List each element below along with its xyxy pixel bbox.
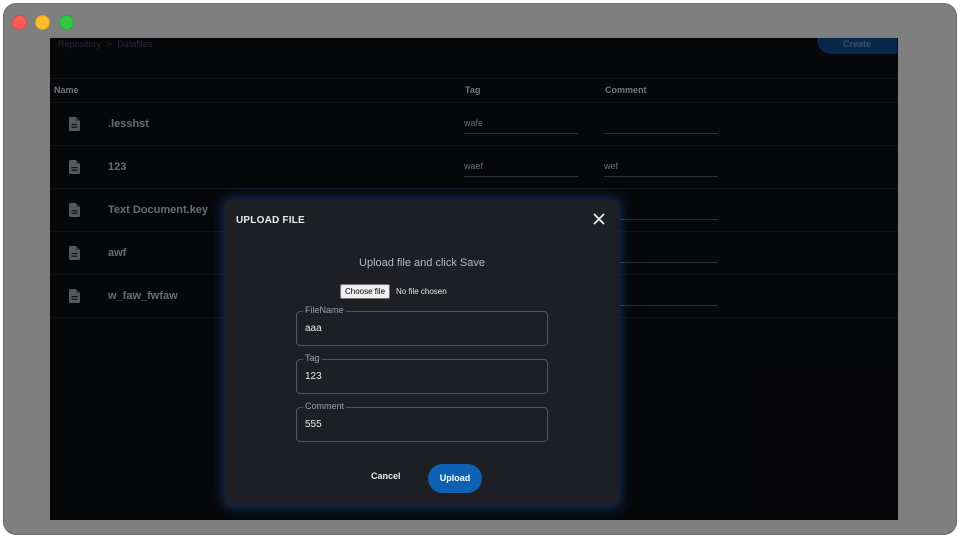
tag-label: Tag bbox=[303, 353, 322, 363]
upload-button[interactable]: Upload bbox=[428, 464, 482, 493]
upload-file-dialog: UPLOAD FILE Upload file and click Save C… bbox=[225, 200, 619, 506]
app-content: Repository > Datafiles Create Name Tag C… bbox=[50, 38, 898, 520]
comment-value[interactable]: 555 bbox=[305, 419, 322, 430]
minimize-window-button[interactable] bbox=[35, 15, 50, 30]
choose-file-button[interactable]: Choose file bbox=[340, 284, 391, 299]
close-icon[interactable] bbox=[592, 212, 606, 226]
dialog-instructions: Upload file and click Save bbox=[359, 257, 485, 269]
dialog-title: UPLOAD FILE bbox=[236, 215, 305, 226]
browser-window: Repository > Datafiles Create Name Tag C… bbox=[4, 4, 956, 534]
filename-value[interactable]: aaa bbox=[305, 323, 322, 334]
close-window-button[interactable] bbox=[12, 15, 27, 30]
file-status-text: No file chosen bbox=[396, 287, 447, 296]
tag-value[interactable]: 123 bbox=[305, 371, 322, 382]
comment-label: Comment bbox=[303, 401, 347, 411]
tag-input-field[interactable]: Tag 123 bbox=[296, 353, 548, 394]
maximize-window-button[interactable] bbox=[59, 15, 74, 30]
filename-label: FileName bbox=[303, 305, 346, 315]
filename-field[interactable]: FileName aaa bbox=[296, 305, 548, 346]
cancel-button[interactable]: Cancel bbox=[371, 471, 401, 481]
comment-input-field[interactable]: Comment 555 bbox=[296, 401, 548, 442]
